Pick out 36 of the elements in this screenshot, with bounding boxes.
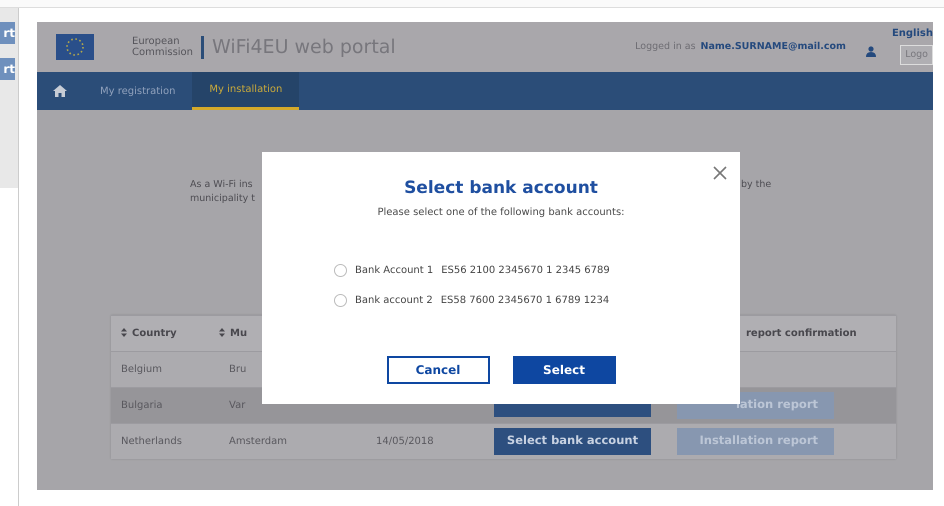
column-header: Country	[132, 328, 177, 338]
radio-button[interactable]	[334, 294, 347, 307]
nav-tab[interactable]: My installation	[192, 72, 300, 110]
table-cell-text: Var	[228, 398, 246, 412]
select-button[interactable]: Select	[512, 356, 616, 384]
sort-icon[interactable]	[219, 328, 225, 338]
dialog-title: Select bank account	[403, 177, 599, 200]
iban-text: ES56 2100 2345670 1 2345 6789	[441, 264, 610, 278]
nav-tab[interactable]: My registration	[83, 72, 192, 110]
table-cell-text: 14/05/2018	[375, 434, 435, 448]
intro-text: As a Wi-Fi ins municipality t	[190, 178, 256, 206]
table-cell-text: Belgium	[120, 362, 163, 376]
logged-in-label: Logged in as	[635, 40, 696, 54]
account-label: Bank Account 1	[355, 264, 434, 278]
table-cell-text: Bulgaria	[120, 398, 164, 412]
select-bank-account-button[interactable]: Select bank account	[494, 428, 651, 454]
table-cell-text: Netherlands	[120, 434, 183, 448]
sort-icon[interactable]	[121, 328, 127, 338]
user-icon	[866, 46, 876, 56]
eu-flag-icon	[56, 34, 94, 60]
report-button[interactable]: rt	[0, 58, 15, 80]
language-link[interactable]: English	[892, 26, 933, 41]
report-button[interactable]: rt	[0, 22, 15, 44]
cancel-button[interactable]: Cancel	[386, 356, 490, 384]
column-header: Mu	[230, 328, 248, 338]
logout-button[interactable]: Logo	[900, 45, 933, 66]
column-header: report confirmation	[746, 328, 857, 338]
radio-button[interactable]	[334, 264, 347, 277]
table-cell-text: Bru	[228, 362, 248, 376]
dialog-subtitle: Please select one of the following bank accounts:	[376, 206, 626, 220]
intro-text: by the	[741, 178, 772, 192]
table-cell-text: Amsterdam	[228, 434, 288, 448]
organisation-name: European Commission	[132, 36, 204, 58]
account-label: Bank account 2	[355, 294, 433, 308]
user-email[interactable]: Name.SURNAME@mail.com	[700, 40, 846, 54]
iban-text: ES58 7600 2345670 1 6789 1234	[440, 294, 610, 308]
